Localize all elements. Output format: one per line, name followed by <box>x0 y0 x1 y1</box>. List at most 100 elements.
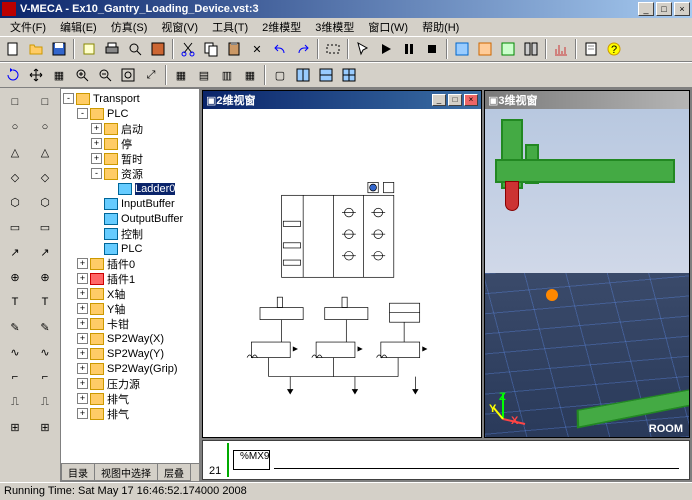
tree-tab[interactable]: 视图中选择 <box>94 464 158 481</box>
tool-button[interactable]: □ <box>32 90 58 114</box>
menu-item[interactable]: 编辑(E) <box>54 18 103 36</box>
print-icon[interactable] <box>101 38 123 60</box>
tool-button[interactable]: ◇ <box>32 165 58 189</box>
ladder-strip[interactable]: 21 %MX9 <box>202 440 690 480</box>
min-icon[interactable]: _ <box>432 94 446 106</box>
window-2d-header[interactable]: ▣ 2维视窗 _ □ × <box>203 91 481 109</box>
tool-button[interactable]: T <box>32 290 58 314</box>
grid3-icon[interactable]: ▥ <box>216 64 238 86</box>
tree-node[interactable]: Ladder0 <box>63 181 197 196</box>
tool-button[interactable]: ◇ <box>2 165 28 189</box>
delete-icon[interactable]: ✕ <box>246 38 268 60</box>
close-button[interactable]: × <box>674 2 690 16</box>
tool-button[interactable]: ⌐ <box>2 365 28 389</box>
window-3d-header[interactable]: ▣ 3维视窗 <box>485 91 689 109</box>
tree-node[interactable]: +暂时 <box>63 151 197 166</box>
tool-button[interactable]: ↗ <box>32 240 58 264</box>
menu-item[interactable]: 文件(F) <box>4 18 52 36</box>
tool-button[interactable]: △ <box>32 140 58 164</box>
tree-root[interactable]: -Transport <box>63 91 197 106</box>
tool-button[interactable]: ∿ <box>32 340 58 364</box>
undo-icon[interactable] <box>269 38 291 60</box>
tree-node[interactable]: +插件0 <box>63 256 197 271</box>
layout2-icon[interactable] <box>474 38 496 60</box>
menu-item[interactable]: 2维模型 <box>256 18 307 36</box>
grid2-icon[interactable]: ▤ <box>193 64 215 86</box>
open-icon[interactable] <box>25 38 47 60</box>
tool-button[interactable]: ▭ <box>2 215 28 239</box>
redo-icon[interactable] <box>292 38 314 60</box>
menu-item[interactable]: 视窗(V) <box>155 18 204 36</box>
preview-icon[interactable] <box>124 38 146 60</box>
tree-node[interactable]: -PLC <box>63 106 197 121</box>
layout4-icon[interactable] <box>520 38 542 60</box>
zoomin-icon[interactable] <box>71 64 93 86</box>
rotate-icon[interactable] <box>2 64 24 86</box>
tree-node[interactable]: InputBuffer <box>63 196 197 211</box>
tool-button[interactable]: ⬡ <box>32 190 58 214</box>
grid1-icon[interactable]: ▦ <box>170 64 192 86</box>
tree-node[interactable]: OutputBuffer <box>63 211 197 226</box>
cut-icon[interactable] <box>177 38 199 60</box>
maximize-button[interactable]: □ <box>656 2 672 16</box>
view4-icon[interactable] <box>338 64 360 86</box>
zoomout-icon[interactable] <box>94 64 116 86</box>
tool-button[interactable]: T <box>2 290 28 314</box>
tool-button[interactable]: ↗ <box>2 240 28 264</box>
tree-node[interactable]: +压力源 <box>63 376 197 391</box>
pointer-icon[interactable] <box>352 38 374 60</box>
tree-node[interactable]: +停 <box>63 136 197 151</box>
tree-tab[interactable]: 目录 <box>61 464 95 481</box>
tree-tab[interactable]: 层叠 <box>157 464 191 481</box>
tree-node[interactable]: +SP2Way(Grip) <box>63 361 197 376</box>
tree-node[interactable]: 控制 <box>63 226 197 241</box>
tool-button[interactable]: ▭ <box>32 215 58 239</box>
menu-item[interactable]: 仿真(S) <box>105 18 154 36</box>
diagram-canvas[interactable] <box>203 109 481 437</box>
tool-button[interactable]: ⊕ <box>2 265 28 289</box>
menu-item[interactable]: 窗口(W) <box>362 18 414 36</box>
menu-item[interactable]: 工具(T) <box>206 18 254 36</box>
save-icon[interactable] <box>48 38 70 60</box>
layout1-icon[interactable] <box>451 38 473 60</box>
view3d-canvas[interactable]: ZYX ROOM <box>485 109 689 437</box>
chart-icon[interactable] <box>550 38 572 60</box>
view3-icon[interactable] <box>315 64 337 86</box>
tree-node[interactable]: +启动 <box>63 121 197 136</box>
grid4-icon[interactable]: ▦ <box>239 64 261 86</box>
menu-item[interactable]: 帮助(H) <box>416 18 465 36</box>
tree-node[interactable]: +SP2Way(X) <box>63 331 197 346</box>
tree-node[interactable]: -资源 <box>63 166 197 181</box>
new-icon[interactable] <box>2 38 24 60</box>
rect-icon[interactable] <box>322 38 344 60</box>
tool-button[interactable]: ⎍ <box>32 390 58 414</box>
pan-icon[interactable] <box>25 64 47 86</box>
tool-button[interactable]: ○ <box>32 115 58 139</box>
tool-button[interactable]: □ <box>2 90 28 114</box>
play-icon[interactable] <box>375 38 397 60</box>
layout3-icon[interactable] <box>497 38 519 60</box>
tool-button[interactable]: ⊞ <box>32 415 58 439</box>
tool-button[interactable]: ⎍ <box>2 390 28 414</box>
tool-button[interactable]: ⌐ <box>32 365 58 389</box>
tree-node[interactable]: +Y轴 <box>63 301 197 316</box>
tree-node[interactable]: +插件1 <box>63 271 197 286</box>
tree-node[interactable]: +排气 <box>63 406 197 421</box>
tool-button[interactable]: △ <box>2 140 28 164</box>
tool-button[interactable]: ⊕ <box>32 265 58 289</box>
zoomfit-icon[interactable] <box>117 64 139 86</box>
close-icon[interactable]: × <box>464 94 478 106</box>
tree-node[interactable]: +卡钳 <box>63 316 197 331</box>
paste-icon[interactable] <box>223 38 245 60</box>
ref-icon[interactable]: ▦ <box>48 64 70 86</box>
copy-icon[interactable] <box>200 38 222 60</box>
tool-button[interactable]: ⊞ <box>2 415 28 439</box>
zoomall-icon[interactable]: ⤢ <box>140 64 162 86</box>
tree-node[interactable]: PLC <box>63 241 197 256</box>
tree-body[interactable]: -Transport -PLC+启动+停+暂时-资源Ladder0InputBu… <box>61 89 199 463</box>
help-icon[interactable]: ? <box>603 38 625 60</box>
pause-icon[interactable] <box>398 38 420 60</box>
tool-button[interactable]: ∿ <box>2 340 28 364</box>
tree-node[interactable]: +X轴 <box>63 286 197 301</box>
max-icon[interactable]: □ <box>448 94 462 106</box>
